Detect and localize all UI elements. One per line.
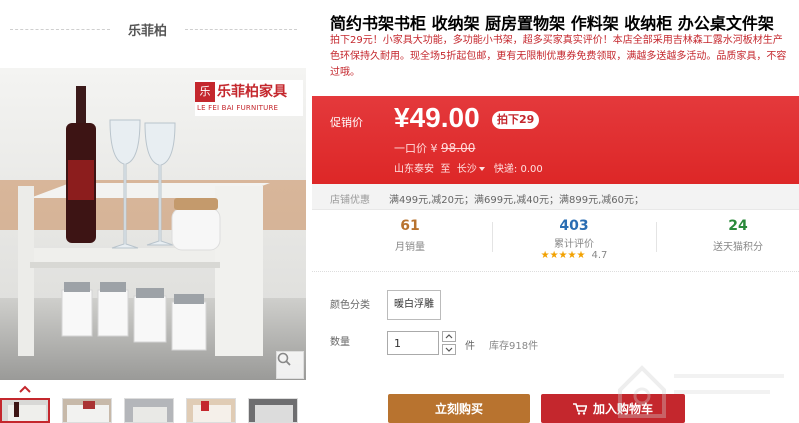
chevron-up-icon — [445, 334, 453, 339]
product-gallery: 乐菲柏 乐 乐菲柏家具 LE FEI BAI FURNITURE — [0, 0, 306, 423]
watermark-logo — [618, 365, 784, 418]
thumbnail-2[interactable] — [62, 398, 112, 423]
chevron-down-icon[interactable] — [478, 167, 485, 171]
shipping-info: 山东泰安 至 长沙 快递: 0.00 — [394, 160, 543, 175]
logo-mark: 乐 — [195, 82, 215, 102]
main-product-image[interactable]: 乐 乐菲柏家具 LE FEI BAI FURNITURE — [0, 68, 306, 380]
points-stat: 24 送天猫积分 — [658, 218, 799, 253]
quantity-increase-button[interactable] — [442, 331, 456, 342]
divider — [656, 222, 657, 252]
star-icons: ★★★★★ — [540, 250, 586, 261]
color-option-label: 颜色分类 — [330, 300, 370, 311]
divider — [492, 222, 493, 252]
original-price-value: 98.00 — [441, 141, 476, 155]
desc-line: 过哦。 — [330, 67, 360, 78]
quantity-input[interactable]: 1 — [387, 331, 439, 355]
chevron-up-icon[interactable] — [18, 384, 32, 394]
quantity-decrease-button[interactable] — [442, 344, 456, 355]
ship-destination-select[interactable]: 长沙 — [457, 164, 477, 175]
thumbnail-4[interactable] — [186, 398, 236, 423]
desc-line: 拍下29元！小家具大功能，多功能小书架，超多买家真实评价！本店全部采用吉林森工露… — [330, 35, 783, 46]
reviews-value[interactable]: 403 — [494, 218, 654, 234]
ship-from: 山东泰安 — [394, 164, 434, 175]
promo-price-label: 促销价 — [330, 116, 363, 129]
buy-now-button[interactable]: 立刻购买 — [388, 394, 530, 423]
quantity-unit: 件 — [465, 341, 475, 352]
store-brand-header: 乐菲柏 — [0, 18, 306, 40]
divider — [10, 29, 110, 30]
promo-label: 店铺优惠 — [330, 195, 370, 206]
product-title: 简约书架书柜 收纳架 厨房置物架 作料架 收纳柜 办公桌文件架 — [330, 14, 774, 33]
original-price: 一口价 ¥ 98.00 — [394, 140, 475, 156]
promo-price: ¥49.00 — [394, 102, 480, 133]
product-stats: 61 月销量 403 累计评价 ★★★★★ 4.7 24 送天猫积分 — [312, 210, 799, 272]
points-label: 送天猫积分 — [713, 242, 763, 253]
ship-to-word: 至 — [440, 164, 451, 175]
cart-icon — [572, 402, 587, 415]
promo-text: 满499元,减20元；满699元,减40元；满899元,减60元； — [389, 195, 644, 206]
ship-cost: 快递: 0.00 — [493, 164, 543, 175]
product-description: 拍下29元！小家具大功能，多功能小书架，超多买家真实评价！本店全部采用吉林森工露… — [330, 33, 799, 81]
store-brand-name[interactable]: 乐菲柏 — [110, 20, 185, 39]
monthly-sales-stat: 61 月销量 — [330, 218, 490, 253]
store-promotion: 店铺优惠 满499元,减20元；满699元,减40元；满899元,减60元； — [312, 184, 799, 210]
divider — [185, 29, 297, 30]
original-price-prefix: 一口价 ¥ — [394, 142, 438, 155]
monthly-sales-label: 月销量 — [395, 242, 425, 253]
rating-score: 4.7 — [591, 250, 608, 261]
magnifier-icon — [277, 352, 291, 366]
thumbnail-1[interactable] — [0, 398, 50, 423]
desc-line: 色环保持久耐用。现全场5折起包邮，更有无限制优惠券免费领取，满越多送越多活动。品… — [330, 51, 787, 62]
thumbnail-3[interactable] — [124, 398, 174, 423]
discount-badge: 拍下29 — [492, 111, 540, 129]
monthly-sales-value: 61 — [400, 218, 420, 234]
quantity-label: 数量 — [330, 337, 350, 348]
thumbnail-strip — [0, 398, 306, 423]
logo-en-text: LE FEI BAI FURNITURE — [197, 104, 279, 112]
color-option-button[interactable]: 暖白浮雕 — [387, 290, 441, 320]
reviews-label: 累计评价 — [554, 239, 594, 250]
zoom-button[interactable] — [276, 351, 304, 379]
price-panel: 促销价 ¥49.00 拍下29 一口价 ¥ 98.00 山东泰安 至 长沙 快递… — [312, 96, 799, 184]
reviews-stat[interactable]: 403 累计评价 ★★★★★ 4.7 — [494, 218, 654, 261]
chevron-down-icon — [445, 347, 453, 352]
thumbnail-5[interactable] — [248, 398, 298, 423]
rating-stars: ★★★★★ 4.7 — [494, 250, 654, 261]
brand-logo: 乐 乐菲柏家具 LE FEI BAI FURNITURE — [195, 80, 303, 116]
points-value: 24 — [728, 218, 748, 234]
logo-cn-text: 乐菲柏家具 — [217, 84, 287, 100]
stock-count: 库存918件 — [489, 341, 539, 352]
